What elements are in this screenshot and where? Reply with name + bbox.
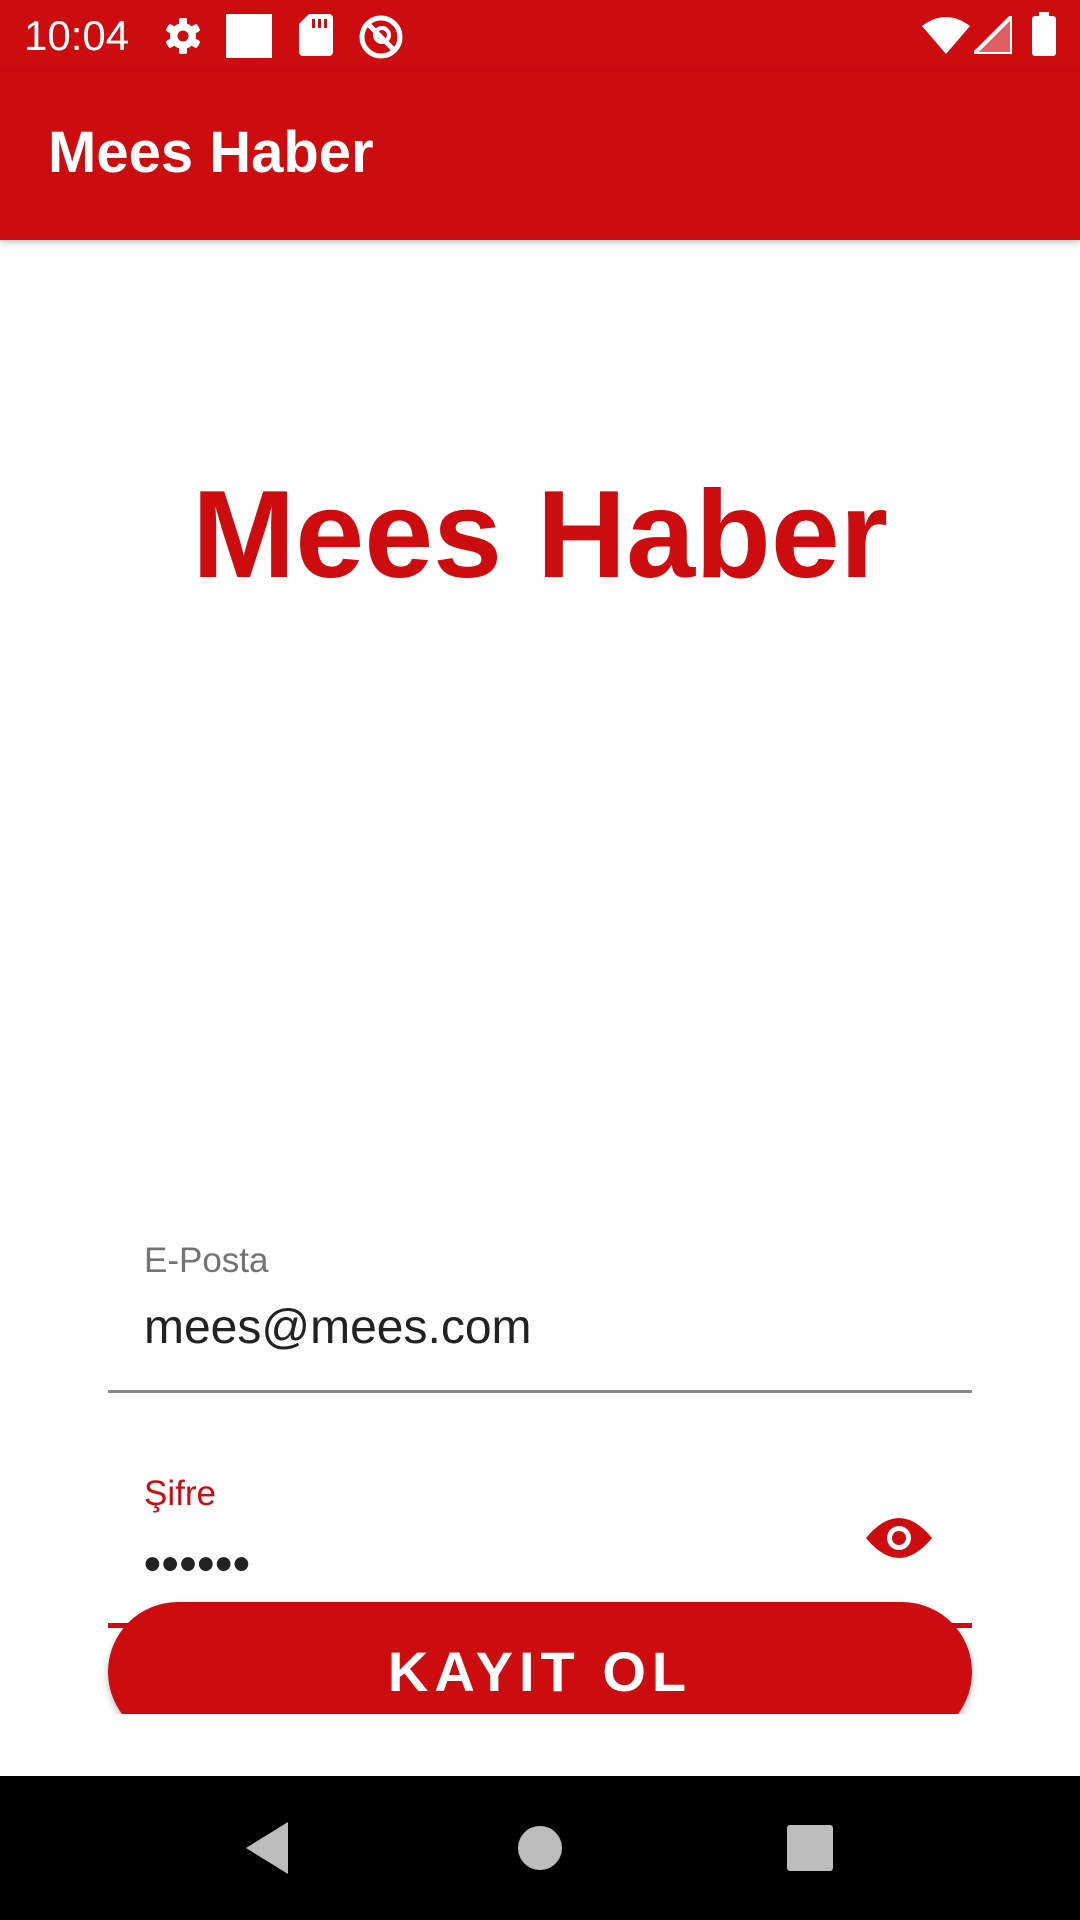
register-button[interactable]: KAYIT OL (108, 1602, 972, 1714)
navigation-bar (0, 1776, 1080, 1920)
email-input[interactable]: mees@mees.com (144, 1300, 532, 1356)
settings-icon (166, 18, 200, 54)
email-label: E-Posta (144, 1241, 269, 1280)
brand-title: Mees Haber (191, 466, 889, 604)
status-bar: 10:04 (0, 0, 1080, 72)
do-not-disturb-icon (359, 15, 403, 59)
app-bar: Mees Haber (0, 72, 1080, 240)
app-title: Mees Haber (48, 120, 374, 185)
recents-icon[interactable] (760, 1798, 860, 1898)
password-input[interactable]: •••••• (144, 1537, 251, 1593)
wifi-icon (922, 17, 970, 54)
sd-card-icon (299, 14, 333, 56)
home-icon[interactable] (490, 1798, 590, 1898)
email-underline (108, 1390, 972, 1393)
battery-icon (1032, 12, 1056, 56)
register-button-container: KAYIT OL (100, 1598, 980, 1714)
back-icon[interactable] (216, 1798, 316, 1898)
signal-icon (974, 16, 1012, 54)
eye-icon[interactable] (864, 1508, 934, 1568)
status-time: 10:04 (24, 12, 130, 59)
password-label: Şifre (144, 1474, 216, 1513)
email-field[interactable]: E-Posta mees@mees.com (108, 1240, 972, 1396)
square-icon (226, 14, 272, 58)
